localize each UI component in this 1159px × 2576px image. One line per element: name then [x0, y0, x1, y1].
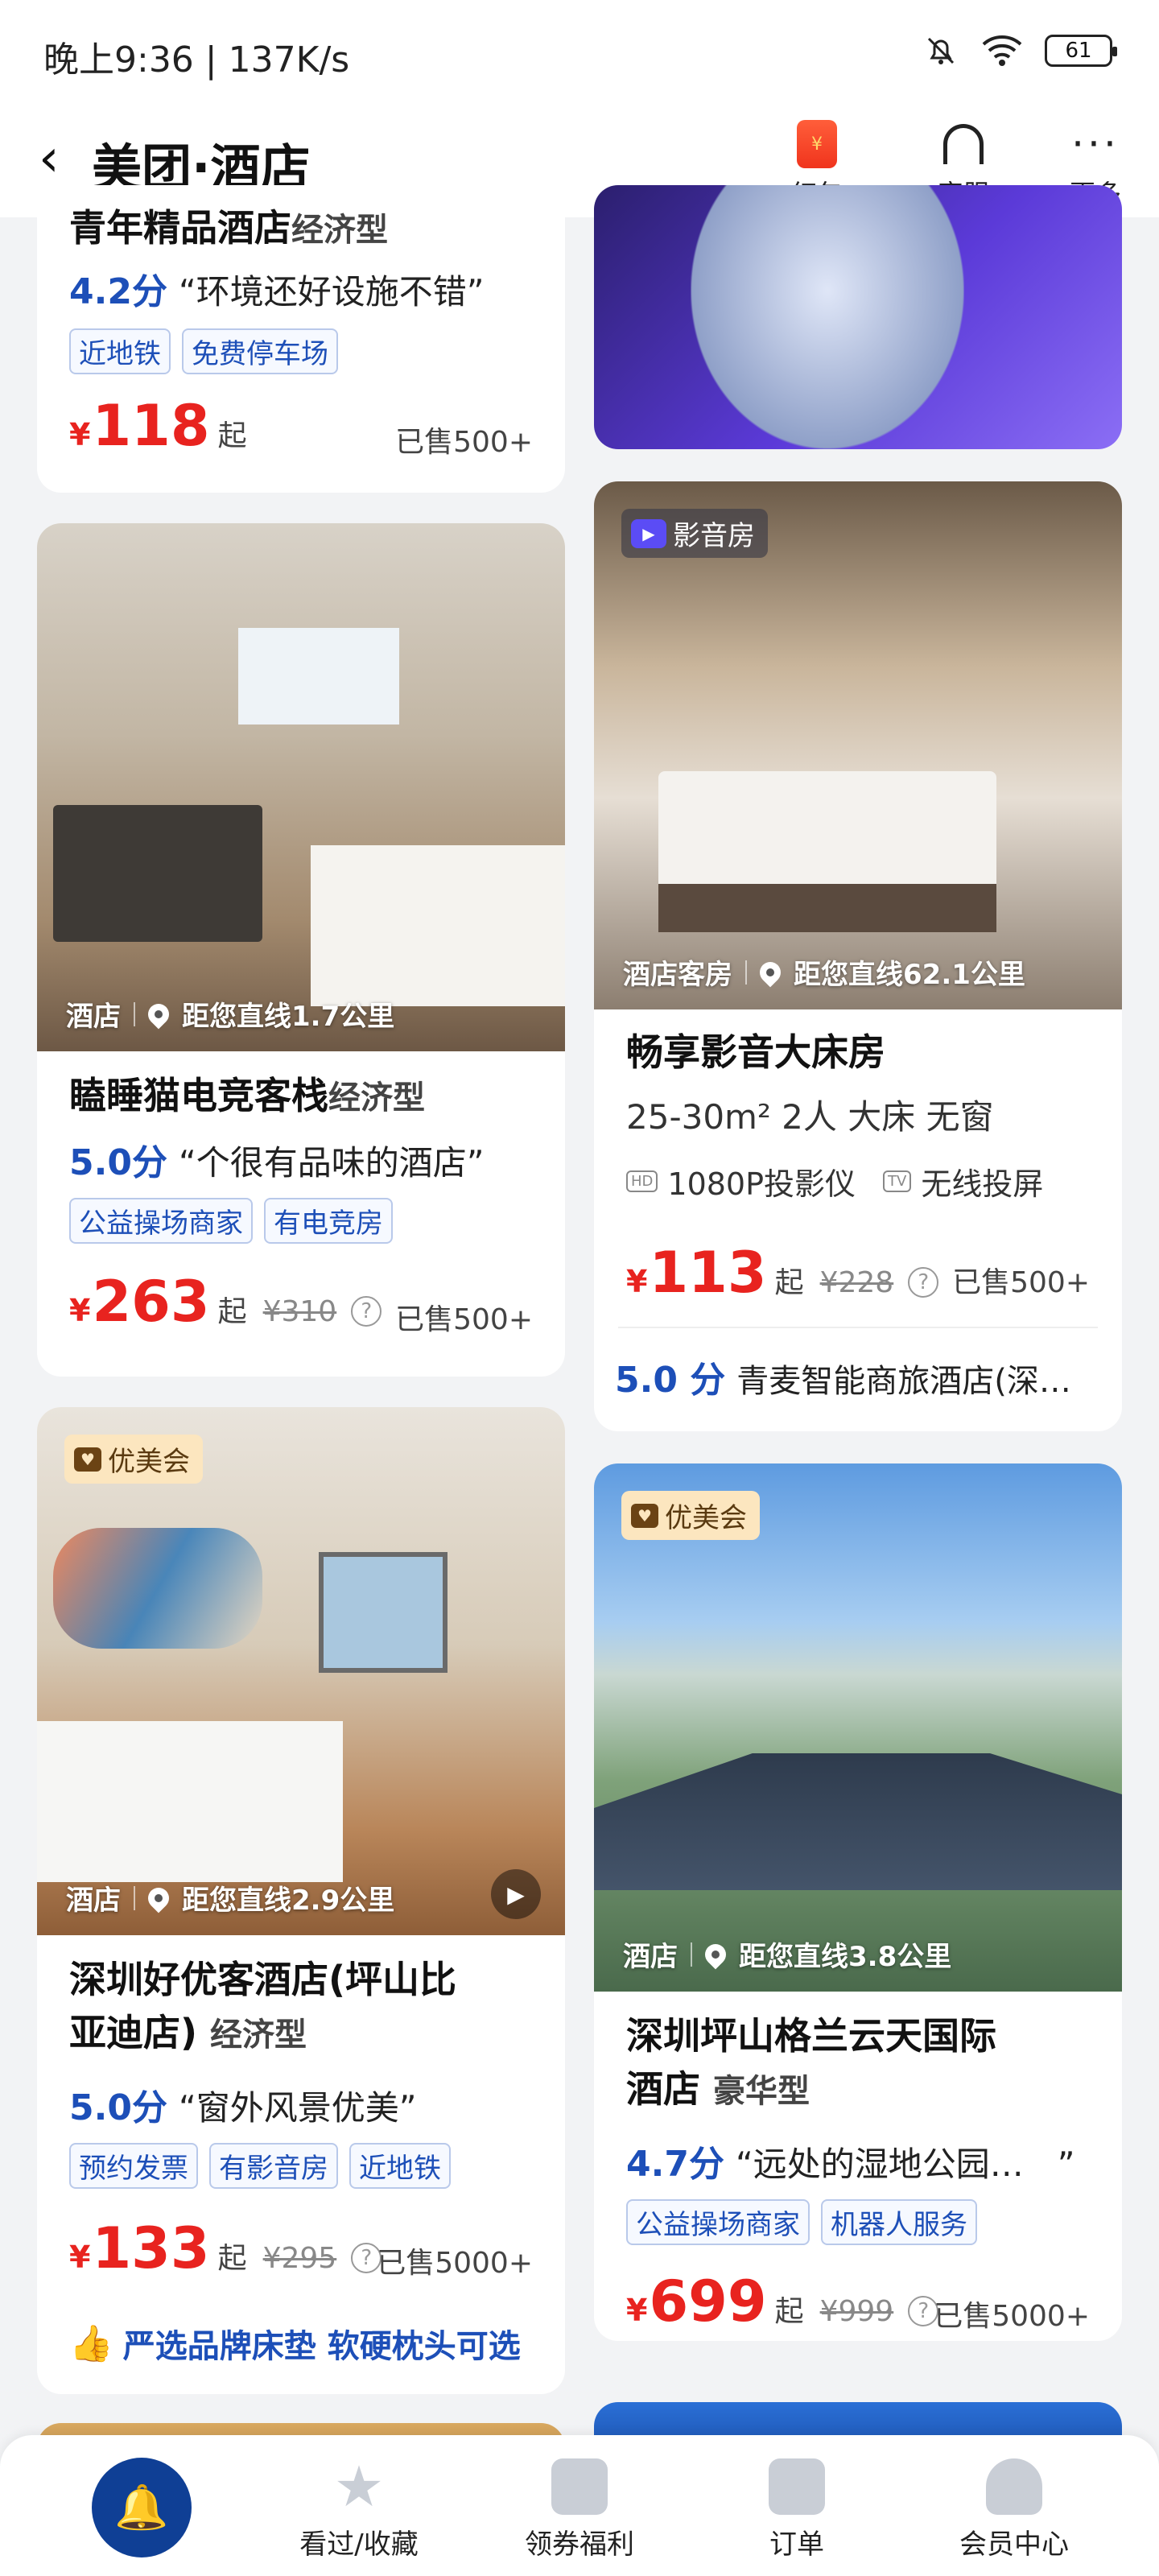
tag-list: 近地铁 免费停车场: [69, 328, 338, 374]
help-icon[interactable]: ?: [908, 1267, 939, 1298]
hotel-photo: ♥ 优美会 酒店 距您直线2.9公里 ▶: [37, 1407, 565, 1935]
hotel-score: 5.0分 “窗外风景优美”: [69, 2087, 417, 2128]
youmeihui-badge: ♥ 优美会: [64, 1435, 203, 1484]
room-info: 25-30m² 2人 大床 无窗: [626, 1097, 994, 1137]
tag: 近地铁: [69, 328, 171, 374]
nav-orders[interactable]: 订单: [716, 2451, 877, 2562]
hotel-photo: 酒店 距您直线1.7公里: [37, 523, 565, 1051]
facility-list: HD 1080P投影仪 TV 无线投屏: [626, 1159, 1043, 1203]
hotel-card[interactable]: 酒店 距您直线1.7公里 瞌睡猫电竞客栈经济型 5.0分 “个很有品味的酒店” 公益…: [37, 523, 565, 1377]
price: ¥118 起: [69, 393, 247, 459]
location-pin-icon: [755, 957, 786, 987]
coupon-icon: [551, 2458, 608, 2515]
tag-list: 预约发票 有影音房 近地铁: [69, 2143, 451, 2189]
location-pin-icon: [143, 1883, 174, 1913]
nav-favorites[interactable]: ★ 看过/收藏: [278, 2451, 439, 2562]
youmeihui-badge: ♥ 优美会: [621, 1491, 760, 1540]
tag: 预约发票: [69, 2143, 198, 2189]
battery-icon: 61: [1045, 35, 1117, 67]
more-dots-icon: ···: [1071, 121, 1120, 167]
location-bar: 酒店 距您直线2.9公里: [66, 1883, 395, 1917]
tag: 公益操场商家: [69, 1198, 253, 1244]
status-bar: 晚上9:36 | 137K/s 61: [0, 0, 1159, 105]
hotel-link[interactable]: 5.0 分青麦智能商旅酒店(深…: [615, 1351, 1071, 1402]
play-icon[interactable]: ▶: [491, 1869, 541, 1919]
hotel-name: 青年精品酒店经济型: [69, 206, 388, 250]
hotel-card[interactable]: ♥ 优美会 酒店 距您直线3.8公里 深圳坪山格兰云天国际 酒店 豪华型 4.7分 “远…: [594, 1463, 1122, 2341]
diamond-icon: ♥: [74, 1447, 101, 1472]
price: ¥263 起 ¥310?: [69, 1269, 382, 1335]
room-card[interactable]: ▶ 影音房 酒店客房 距您直线62.1公里 畅享影音大床房 25-30m² 2人 大…: [594, 481, 1122, 1431]
tag-list: 公益操场商家 有电竞房: [69, 1198, 393, 1244]
tv-cast-icon: TV: [883, 1170, 912, 1192]
location-bar: 酒店 距您直线3.8公里: [623, 1939, 952, 1973]
star-icon: ★: [333, 2454, 385, 2520]
diamond-icon: ♥: [631, 1503, 658, 1528]
help-icon[interactable]: ?: [351, 1296, 382, 1327]
nav-member[interactable]: 会员中心: [934, 2451, 1095, 2562]
bottom-nav: 🔔 ★ 看过/收藏 领券福利 订单 会员中心: [0, 2435, 1159, 2576]
hotel-card-photo[interactable]: [594, 185, 1122, 449]
thumbs-up-icon: 👍: [69, 2323, 113, 2364]
home-rocket-icon[interactable]: 🔔: [92, 2458, 192, 2557]
price: ¥699 起 ¥999?: [626, 2268, 939, 2334]
bell-muted-icon: [927, 37, 955, 64]
back-chevron-icon[interactable]: ‹: [39, 129, 60, 188]
tag-list: 公益操场商家 机器人服务: [626, 2199, 977, 2245]
tag: 机器人服务: [821, 2199, 977, 2245]
hotel-score: 4.7分 “远处的湿地公园… ”: [626, 2144, 1075, 2185]
tag: 免费停车场: [182, 328, 338, 374]
hotel-card[interactable]: ♥ 优美会 酒店 距您直线2.9公里 ▶ 深圳好优客酒店(坪山比 亚迪店) 经济型 5…: [37, 1407, 565, 2394]
status-icons: 61: [922, 32, 1117, 69]
sold-count: 已售500+: [395, 1303, 533, 1336]
red-packet-icon: ¥: [797, 120, 837, 168]
hotel-card[interactable]: 青年精品酒店经济型 4.2分 “环境还好设施不错” 近地铁 免费停车场 ¥118 起…: [37, 185, 565, 493]
hotel-score: 4.2分 “环境还好设施不错”: [69, 271, 485, 312]
hotel-name: 瞌睡猫电竞客栈经济型: [69, 1074, 425, 1117]
tag: 有影音房: [209, 2143, 338, 2189]
member-icon: [986, 2458, 1042, 2515]
divider: [618, 1327, 1098, 1328]
price: ¥113 起 ¥228?: [626, 1240, 939, 1306]
nav-coupons[interactable]: 领券福利: [499, 2451, 660, 2562]
hd-icon: HD: [626, 1170, 658, 1192]
location-pin-icon: [143, 999, 174, 1029]
hotel-name: 深圳坪山格兰云天国际 酒店 豪华型: [626, 2014, 996, 2111]
tag: 近地铁: [349, 2143, 451, 2189]
tag: 有电竞房: [264, 1198, 393, 1244]
location-pin-icon: [700, 1939, 731, 1969]
sold-count: 已售500+: [952, 1266, 1090, 1299]
price: ¥133 起 ¥295?: [69, 2215, 382, 2281]
feature-line: 👍 严选品牌床垫 软硬枕头可选: [69, 2323, 521, 2365]
hotel-photo: ♥ 优美会 酒店 距您直线3.8公里: [594, 1463, 1122, 1992]
tag: 公益操场商家: [626, 2199, 810, 2245]
hotel-score: 5.0分 “个很有品味的酒店”: [69, 1142, 485, 1183]
video-camera-icon: ▶: [631, 518, 666, 548]
order-icon: [769, 2458, 825, 2515]
sold-count: 已售5000+: [934, 2300, 1090, 2333]
room-photo: ▶ 影音房 酒店客房 距您直线62.1公里: [594, 481, 1122, 1009]
sold-count: 已售500+: [395, 426, 533, 459]
sold-count: 已售5000+: [377, 2247, 533, 2280]
room-name: 畅享影音大床房: [626, 1030, 885, 1074]
wifi-icon: [982, 35, 1022, 66]
location-bar: 酒店客房 距您直线62.1公里: [623, 957, 1025, 991]
headset-icon: [943, 124, 984, 164]
location-bar: 酒店 距您直线1.7公里: [66, 999, 395, 1033]
hotel-photo: [594, 185, 1122, 449]
hotel-name: 深圳好优客酒店(坪山比 亚迪店) 经济型: [69, 1958, 457, 2054]
video-room-badge: ▶ 影音房: [621, 509, 768, 558]
status-time: 晚上9:36 | 137K/s: [43, 39, 350, 80]
